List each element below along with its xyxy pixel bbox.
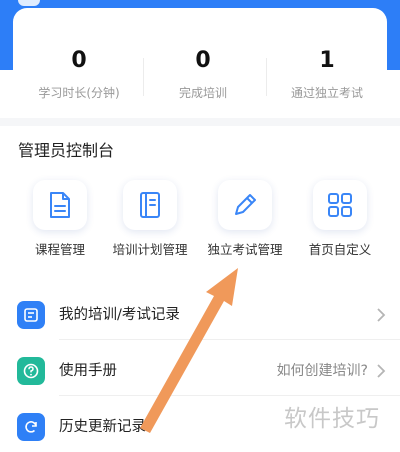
menu-item-hint[interactable]: 如何创建培训? (277, 361, 368, 381)
admin-console-title: 管理员控制台 (18, 141, 115, 160)
watermark: 软件技巧 (284, 406, 380, 432)
pencil-icon (218, 180, 272, 230)
help-icon (17, 357, 45, 385)
divider (59, 339, 400, 340)
notebook-icon (123, 180, 177, 230)
stats-card: 0 学习时长(分钟) 0 完成培训 1 通过独立考试 (13, 8, 387, 112)
document-icon (33, 180, 87, 230)
menu-item-user-manual[interactable]: 使用手册 如何创建培训? (0, 348, 400, 394)
stat-value: 0 (71, 48, 87, 73)
stat-label: 通过独立考试 (290, 86, 363, 100)
header-avatar-fragment (18, 0, 40, 6)
tile-homepage-customize[interactable]: 首页自定义 (295, 180, 385, 260)
stat-label: 完成培训 (178, 86, 227, 100)
grid-icon (313, 180, 367, 230)
stat-study-minutes[interactable]: 0 学习时长(分钟) (17, 8, 141, 112)
section-separator (0, 118, 400, 126)
stat-label: 学习时长(分钟) (38, 86, 120, 100)
menu-item-label: 我的培训/考试记录 (59, 307, 180, 323)
menu-item-training-exam-records[interactable]: 我的培训/考试记录 (0, 292, 400, 338)
stat-passed-exams[interactable]: 1 通过独立考试 (265, 8, 389, 112)
tile-course-management[interactable]: 课程管理 (15, 180, 105, 260)
stat-value: 1 (319, 48, 335, 73)
stat-value: 0 (195, 48, 211, 73)
tile-training-plan-management[interactable]: 培训计划管理 (105, 180, 195, 260)
tile-label: 培训计划管理 (112, 242, 188, 257)
divider (59, 395, 400, 396)
record-icon (17, 301, 45, 329)
stat-completed-training[interactable]: 0 完成培训 (141, 8, 265, 112)
chevron-right-icon (377, 364, 386, 378)
menu-item-label: 使用手册 (59, 363, 117, 379)
menu-item-label: 历史更新记录 (59, 419, 146, 435)
tile-label: 首页自定义 (308, 242, 372, 257)
tile-exam-management[interactable]: 独立考试管理 (200, 180, 290, 260)
tile-label: 独立考试管理 (207, 242, 283, 257)
refresh-icon (17, 413, 45, 441)
chevron-right-icon (377, 308, 386, 322)
